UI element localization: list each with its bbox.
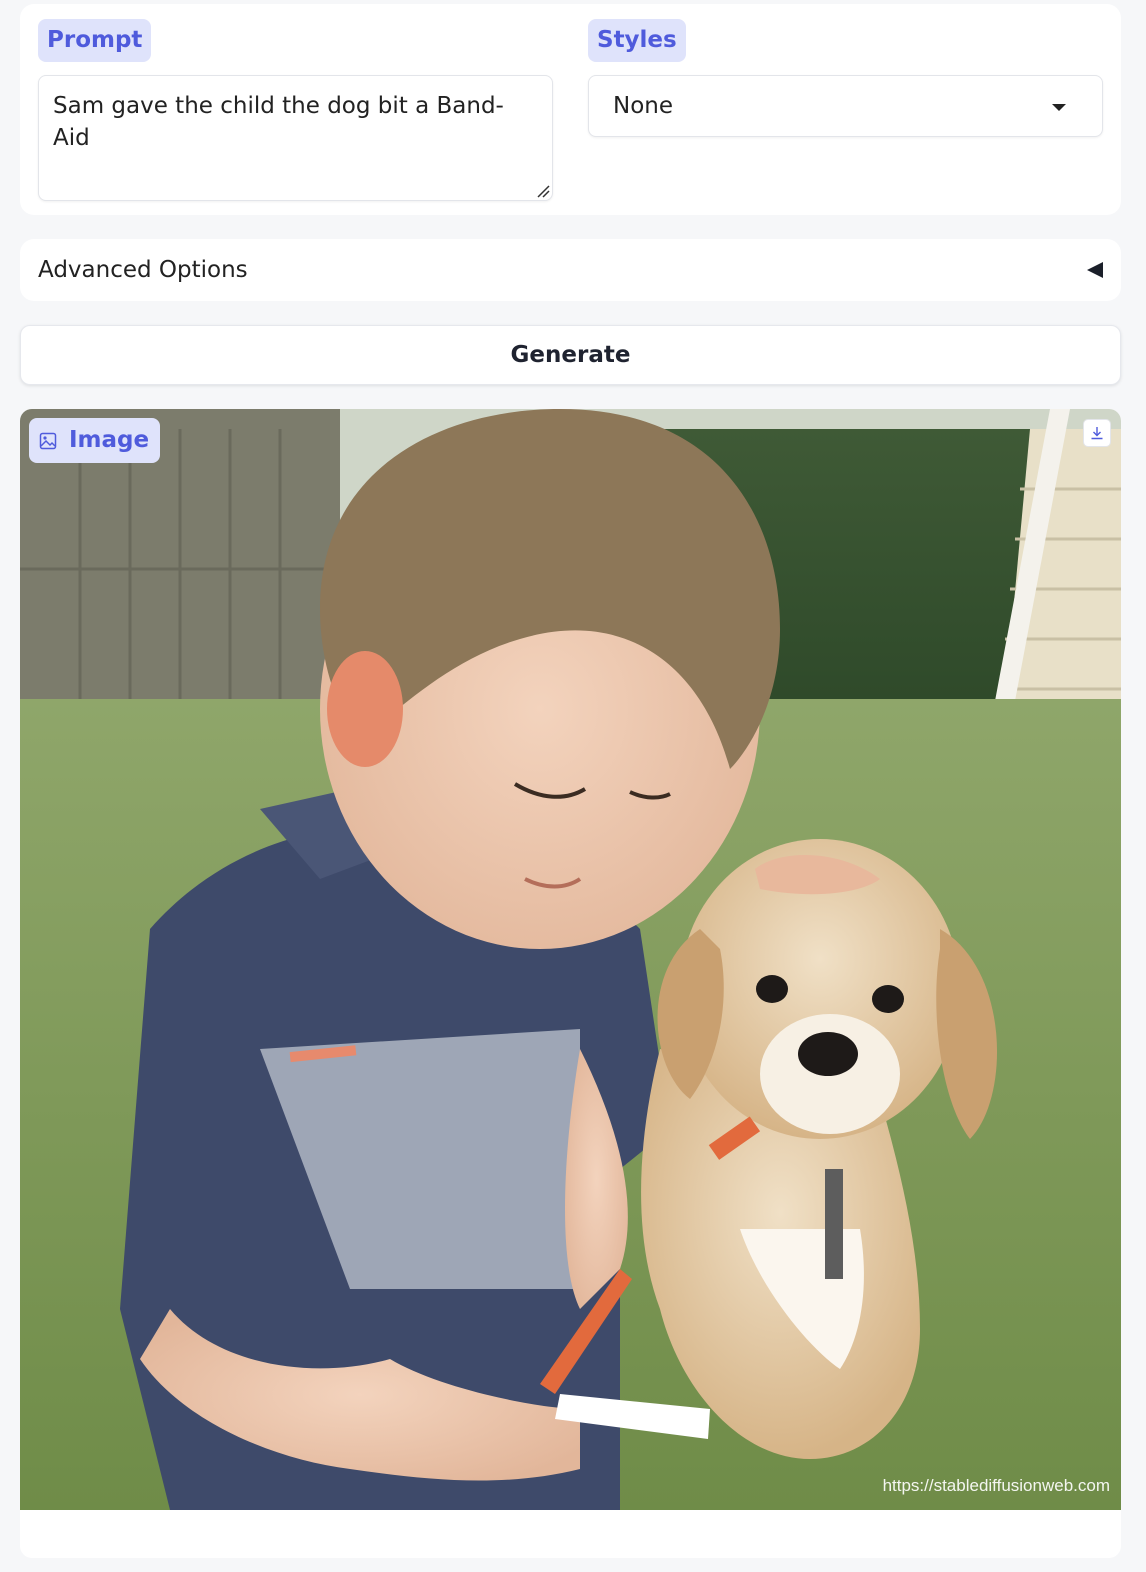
- styles-selected-value: None: [613, 93, 674, 119]
- generated-image-illustration: [20, 409, 1121, 1510]
- advanced-options-accordion[interactable]: Advanced Options: [20, 239, 1121, 301]
- chevron-down-icon: [1052, 104, 1066, 111]
- download-button[interactable]: [1083, 419, 1111, 447]
- triangle-left-icon: [1087, 262, 1103, 278]
- prompt-textarea[interactable]: Sam gave the child the dog bit a Band-Ai…: [38, 75, 553, 201]
- download-icon: [1091, 427, 1103, 440]
- image-label-chip: Image: [29, 418, 161, 463]
- advanced-options-label: Advanced Options: [38, 257, 248, 283]
- generated-image: https://stablediffusionweb.com: [20, 409, 1121, 1510]
- styles-label: Styles: [588, 19, 686, 62]
- prompt-text: Sam gave the child the dog bit a Band-Ai…: [53, 93, 504, 151]
- output-image-panel: https://stablediffusionweb.com Image: [20, 409, 1121, 1558]
- watermark-text: https://stablediffusionweb.com: [882, 1476, 1110, 1495]
- input-panel: Prompt Sam gave the child the dog bit a …: [20, 4, 1121, 215]
- prompt-label: Prompt: [38, 19, 152, 62]
- image-label: Image: [69, 427, 150, 453]
- resize-handle-icon[interactable]: [536, 184, 550, 198]
- image-icon: [39, 432, 57, 449]
- generate-button[interactable]: Generate: [20, 325, 1121, 385]
- styles-dropdown[interactable]: None: [588, 75, 1103, 137]
